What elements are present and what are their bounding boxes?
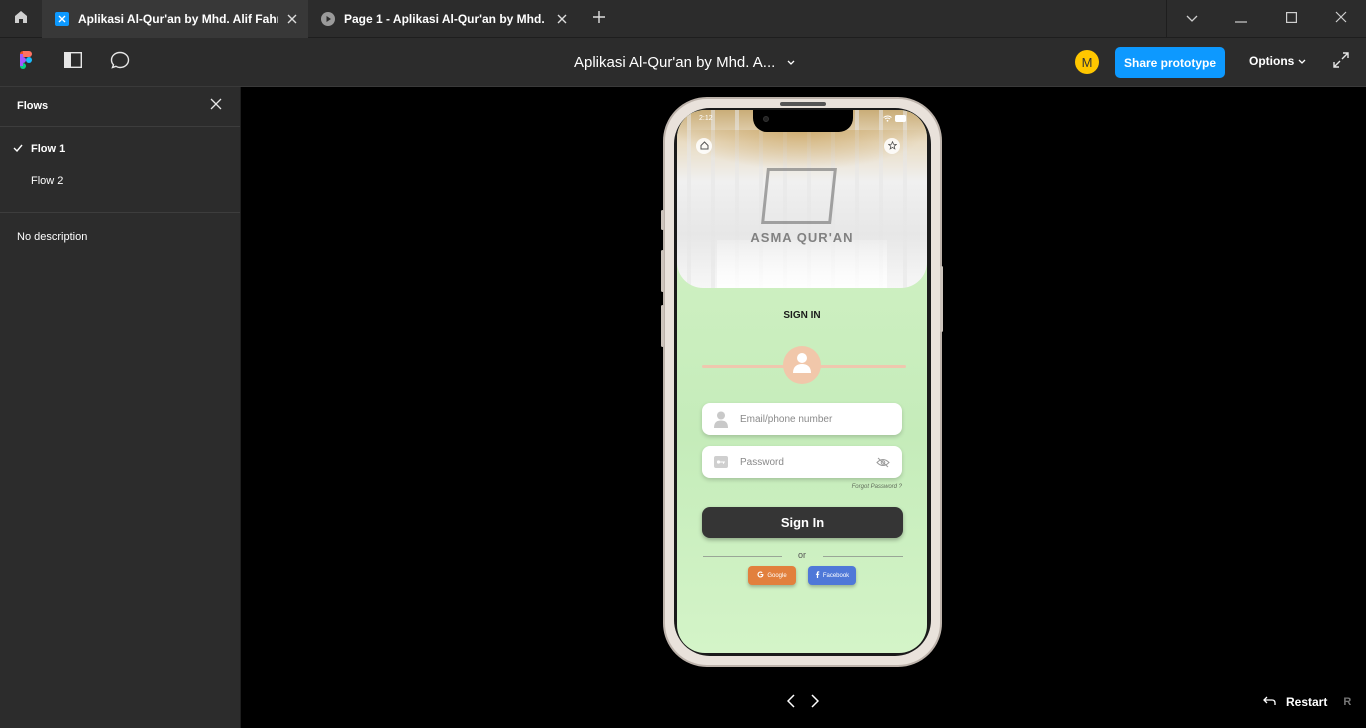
- maximize-icon: [1285, 10, 1297, 28]
- facebook-icon: [815, 571, 820, 580]
- phone-side-button: [940, 266, 943, 332]
- fullscreen-button[interactable]: [1331, 51, 1351, 73]
- tab-label: Page 1 - Aplikasi Al-Qur'an by Mhd. Alif…: [344, 12, 544, 26]
- figma-file-icon: [55, 12, 69, 26]
- front-camera: [763, 116, 769, 122]
- home-button[interactable]: [0, 0, 42, 38]
- title-bar: Aplikasi Al-Qur'an by Mhd. Alif Fahmi Pa…: [0, 0, 1366, 38]
- document-title[interactable]: Aplikasi Al-Qur'an by Mhd. A...: [574, 54, 775, 71]
- home-icon: [700, 137, 709, 155]
- or-label: or: [797, 550, 806, 560]
- close-tab-icon[interactable]: [554, 11, 570, 27]
- phone-side-button: [661, 250, 664, 292]
- facebook-label: Facebook: [822, 572, 850, 579]
- expand-icon: [1333, 51, 1349, 73]
- new-tab-button[interactable]: [589, 9, 609, 29]
- google-label: Google: [767, 572, 787, 579]
- phone-speaker: [780, 102, 826, 106]
- flow-item-2[interactable]: Flow 2: [0, 167, 240, 195]
- flow-label: Flow 2: [31, 175, 64, 187]
- flow-description: No description: [17, 231, 88, 243]
- key-icon: [712, 453, 730, 471]
- flows-panel-header: Flows: [0, 87, 240, 127]
- divider: [703, 556, 782, 557]
- divider: [823, 556, 903, 557]
- play-icon: [321, 12, 335, 26]
- minimize-button[interactable]: [1216, 0, 1266, 38]
- eye-off-icon[interactable]: [876, 455, 890, 469]
- star-icon: [887, 137, 897, 155]
- flow-label: Flow 1: [31, 143, 66, 155]
- close-flows-panel-button[interactable]: [209, 97, 223, 115]
- avatar-circle: [783, 346, 821, 384]
- close-tab-icon[interactable]: [284, 11, 300, 27]
- share-prototype-button[interactable]: Share prototype: [1115, 47, 1225, 78]
- previous-frame-button[interactable]: [782, 693, 800, 713]
- flows-panel-title: Flows: [17, 100, 49, 112]
- user-avatar[interactable]: M: [1075, 50, 1099, 74]
- tab-list-button[interactable]: [1166, 0, 1216, 38]
- tab-prototype[interactable]: Page 1 - Aplikasi Al-Qur'an by Mhd. Alif…: [308, 0, 578, 38]
- close-icon: [1335, 10, 1347, 28]
- next-frame-button[interactable]: [806, 693, 824, 713]
- signin-heading: SIGN IN: [783, 310, 821, 321]
- status-time: 2:12: [699, 115, 713, 122]
- flow-item-1[interactable]: Flow 1: [0, 135, 240, 163]
- chevron-down-icon: [1186, 10, 1198, 28]
- email-field[interactable]: [702, 403, 902, 435]
- home-icon: [13, 9, 29, 30]
- figma-logo-icon: [20, 50, 32, 74]
- minimize-icon: [1235, 10, 1247, 28]
- phone-side-button: [661, 210, 664, 230]
- google-signin-button[interactable]: Google: [748, 566, 796, 585]
- user-icon: [792, 352, 812, 379]
- comments-button[interactable]: [108, 50, 132, 74]
- facebook-signin-button[interactable]: Facebook: [808, 566, 856, 585]
- favorite-button[interactable]: [884, 138, 900, 154]
- password-field[interactable]: [702, 446, 902, 478]
- chevron-left-icon: [786, 693, 795, 713]
- comment-icon: [110, 51, 130, 74]
- close-window-button[interactable]: [1316, 0, 1366, 38]
- home-button[interactable]: [696, 138, 712, 154]
- phone-side-button: [661, 305, 664, 347]
- wifi-icon: [883, 110, 892, 127]
- chevron-down-icon: [1298, 54, 1306, 68]
- prototype-toolbar: Aplikasi Al-Qur'an by Mhd. A... M Share …: [0, 38, 1366, 87]
- phone-screen: ASMA QUR'AN 2:12 SIGN IN Email/phone num…: [677, 110, 927, 653]
- restart-icon: [1263, 695, 1276, 709]
- email-input[interactable]: [740, 409, 870, 429]
- plus-icon: [593, 10, 605, 28]
- restart-label: Restart: [1286, 695, 1328, 709]
- mosque-floor: [717, 240, 887, 288]
- maximize-button[interactable]: [1266, 0, 1316, 38]
- signin-button[interactable]: Sign In: [702, 507, 903, 538]
- user-icon: [712, 410, 730, 428]
- app-name: ASMA QUR'AN: [750, 230, 854, 245]
- close-icon: [210, 97, 222, 115]
- status-icons: [883, 114, 909, 122]
- hero-image: ASMA QUR'AN 2:12: [677, 110, 927, 288]
- figma-menu-button[interactable]: [14, 50, 38, 74]
- chevron-down-icon: [787, 53, 795, 71]
- forgot-password-link[interactable]: Forgot Password ?: [797, 484, 902, 490]
- restart-shortcut: R: [1343, 696, 1352, 708]
- checkmark-icon: [12, 142, 23, 153]
- options-menu-button[interactable]: Options: [1249, 54, 1306, 68]
- flows-panel: Flows Flow 1 Flow 2 No description: [0, 87, 241, 728]
- divider: [0, 212, 240, 213]
- battery-icon: [895, 110, 907, 127]
- options-label: Options: [1249, 54, 1295, 68]
- tab-label: Aplikasi Al-Qur'an by Mhd. Alif Fahmi: [78, 12, 278, 26]
- restart-button[interactable]: Restart R: [1263, 695, 1351, 709]
- app-logo-emblem: [761, 168, 837, 224]
- chevron-right-icon: [811, 693, 820, 713]
- document-menu-chevron[interactable]: [785, 55, 797, 69]
- tab-file[interactable]: Aplikasi Al-Qur'an by Mhd. Alif Fahmi: [42, 0, 308, 38]
- password-input[interactable]: [740, 452, 870, 472]
- toggle-sidebar-button[interactable]: [61, 50, 85, 74]
- sidebar-icon: [63, 51, 83, 73]
- google-icon: [757, 571, 764, 580]
